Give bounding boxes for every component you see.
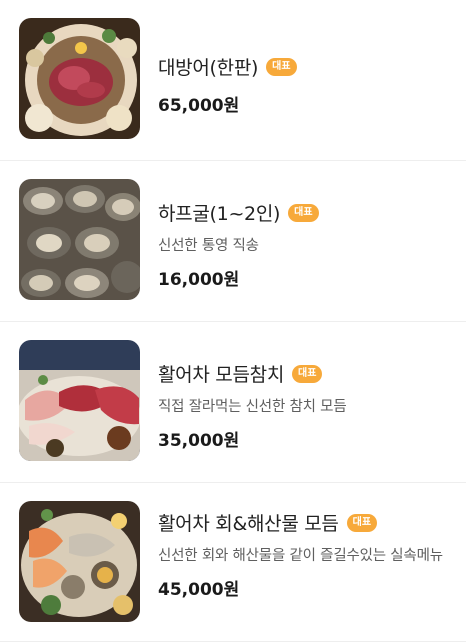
menu-item-photo bbox=[19, 340, 140, 461]
signature-badge: 대표 bbox=[266, 57, 297, 76]
tuna-platter-photo bbox=[19, 340, 140, 461]
menu-item-price: 16,000원 bbox=[158, 270, 240, 290]
signature-badge: 대표 bbox=[346, 513, 378, 532]
signature-badge: 대표 bbox=[292, 364, 323, 383]
menu-item-photo bbox=[19, 179, 140, 300]
menu-item-yellowtail[interactable]: 대방어(한판) 대표 65,000원 bbox=[0, 0, 466, 161]
menu-item-photo bbox=[19, 501, 140, 622]
sashimi-seafood-platter-photo bbox=[19, 501, 140, 622]
menu-item-name: 활어차 회&해산물 모듬 bbox=[158, 513, 339, 535]
menu-item-tuna[interactable]: 활어차 모듬참치 대표 직접 잘라먹는 신선한 참치 모듬 35,000원 bbox=[0, 322, 466, 483]
menu-list: 대방어(한판) 대표 65,000원 하프굴(1~2인) 대표 신선한 통영 직… bbox=[0, 0, 466, 642]
menu-item-oyster[interactable]: 하프굴(1~2인) 대표 신선한 통영 직송 16,000원 bbox=[0, 161, 466, 322]
menu-item-description: 직접 잘라먹는 신선한 참치 모듬 bbox=[158, 399, 347, 415]
menu-item-price: 45,000원 bbox=[158, 580, 240, 600]
menu-item-name: 하프굴(1~2인) bbox=[158, 203, 281, 225]
menu-item-name: 활어차 모듬참치 bbox=[158, 364, 285, 386]
menu-item-photo bbox=[19, 18, 140, 139]
yellowtail-sashimi-platter-photo bbox=[19, 18, 140, 139]
signature-badge: 대표 bbox=[288, 203, 319, 222]
menu-item-sashimi-seafood[interactable]: 활어차 회&해산물 모듬 대표 신선한 회와 해산물을 같이 즐길수있는 실속메… bbox=[0, 483, 466, 642]
menu-item-description: 신선한 통영 직송 bbox=[158, 238, 259, 254]
menu-item-price: 35,000원 bbox=[158, 431, 240, 451]
oyster-platter-photo bbox=[19, 179, 140, 300]
menu-item-price: 65,000원 bbox=[158, 96, 240, 116]
menu-item-name: 대방어(한판) bbox=[158, 57, 259, 79]
menu-item-description: 신선한 회와 해산물을 같이 즐길수있는 실속메뉴 bbox=[158, 548, 443, 564]
